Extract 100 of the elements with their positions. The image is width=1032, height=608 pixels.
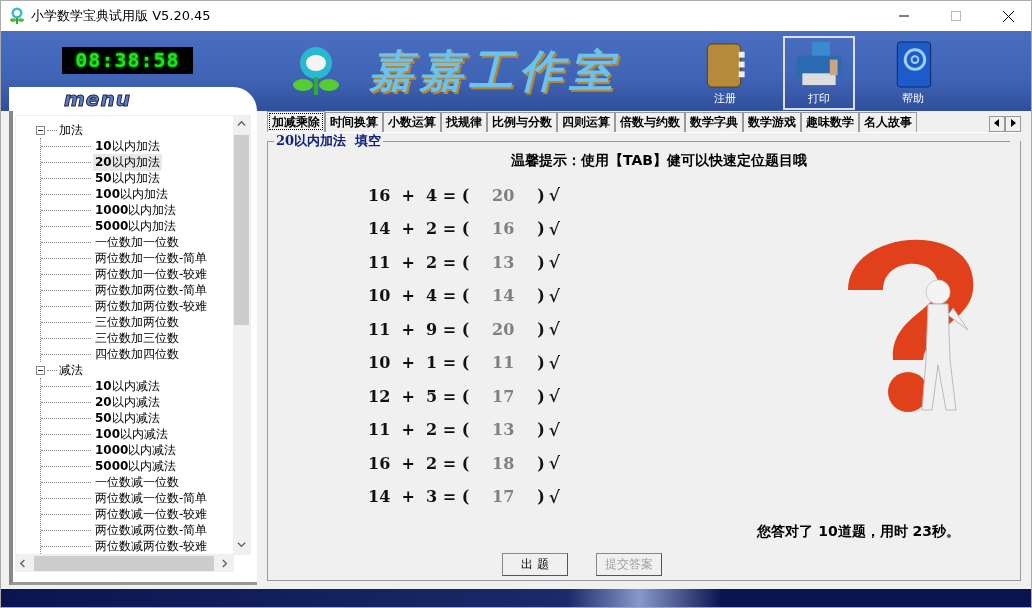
closing-bracket: ) [537,219,545,239]
answer-text: 13 [491,420,516,440]
result-summary: 您答对了 10道题，用时 23秒。 [757,523,960,541]
correct-mark: √ [548,386,560,407]
tab[interactable]: 时间换算 [325,112,383,132]
tree-item[interactable]: 两位数减一位数-简单 [93,489,210,507]
closing-bracket: ) [537,252,545,272]
answer-text: 20 [491,185,516,205]
scroll-down-icon[interactable] [237,541,246,550]
scroll-left-icon[interactable] [19,559,28,568]
tree-group-item[interactable]: 减法 [59,361,83,379]
answer-text: 14 [491,286,516,306]
tree-item[interactable]: 5000以内加法 [93,217,179,235]
left-triangle-icon [994,119,1000,127]
answer-text: 20 [491,319,516,339]
toolbar-button[interactable]: 帮助 [877,36,949,110]
correct-mark: √ [548,453,560,474]
tab[interactable]: 找规律 [441,112,487,132]
tree-item[interactable]: 100以内加法 [93,185,171,203]
tab[interactable]: 加减乘除 [267,111,325,132]
answer-text: 17 [491,386,516,406]
correct-mark: √ [548,419,560,440]
correct-mark: √ [548,319,560,340]
close-icon [1002,10,1014,22]
tree-item[interactable]: 三位数加两位数 [93,313,181,331]
tree-item[interactable]: 两位数减一位数-较难 [93,505,210,523]
correct-mark: √ [548,218,560,239]
question-text: 11 + 9 = ( [368,319,470,339]
closing-bracket: ) [537,286,545,306]
correct-mark: √ [548,185,560,206]
closing-bracket: ) [537,487,545,507]
tree-group-item[interactable]: 加法 [59,121,83,139]
closing-bracket: ) [537,386,545,406]
tree-item[interactable]: 两位数加两位数-简单 [93,281,210,299]
tree-item[interactable]: 1000以内减法 [93,441,179,459]
toolbar-button[interactable]: 打印 [783,36,855,110]
closing-bracket: ) [537,319,545,339]
horizontal-scrollbar[interactable] [15,555,234,572]
question-text: 14 + 2 = ( [368,219,470,239]
tree-item[interactable]: 两位数减两位数-简单 [93,521,210,539]
flower-logo-icon [291,45,341,97]
tree-item[interactable]: 三位数加三位数 [93,329,181,347]
answer-text: 17 [491,487,516,507]
tab[interactable]: 名人故事 [859,112,917,132]
scroll-right-icon[interactable] [221,559,230,568]
answer-text: 18 [491,453,516,473]
question-text: 16 + 2 = ( [368,453,470,473]
closing-bracket: ) [537,420,545,440]
tab[interactable]: 趣味数学 [801,112,859,132]
tree-item[interactable]: 100以内减法 [93,425,171,443]
scroll-right-button[interactable] [1005,116,1021,132]
question-text: 10 + 1 = ( [368,353,470,373]
closing-bracket: ) [537,353,545,373]
correct-mark: √ [548,352,560,373]
tree-item[interactable]: 5000以内减法 [93,457,179,475]
tree-item[interactable]: 20以内加法 [93,153,162,171]
menu-title: menu [64,87,131,111]
scroll-up-icon[interactable] [237,120,246,129]
correct-mark: √ [548,285,560,306]
question-text: 10 + 4 = ( [368,286,470,306]
digital-clock: 08:38:58 [62,46,193,74]
answer-text: 13 [491,252,516,272]
hint-text: 温馨提示：使用【TAB】健可以快速定位题目哦 [511,152,807,170]
tree-item[interactable]: 10以内加法 [93,137,162,155]
toolbar-button[interactable]: 注册 [689,36,761,110]
maximize-icon [951,11,961,21]
tab[interactable]: 数学游戏 [743,112,801,132]
tree-item[interactable]: 10以内减法 [93,377,162,395]
tree-item[interactable]: 两位数加一位数-较难 [93,265,210,283]
correct-mark: √ [548,486,560,507]
tree-item[interactable]: 50以内加法 [93,169,162,187]
tab[interactable]: 倍数与约数 [615,112,685,132]
tab[interactable]: 数学字典 [685,112,743,132]
question-text: 12 + 5 = ( [368,386,470,406]
tree-item[interactable]: 一位数加一位数 [93,233,181,251]
question-text: 16 + 4 = ( [368,185,470,205]
scroll-left-button[interactable] [989,116,1005,132]
tab[interactable]: 小数运算 [383,112,441,132]
tab[interactable]: 四则运算 [557,112,615,132]
question-text: 11 + 2 = ( [368,420,470,440]
collapse-icon[interactable] [36,125,45,135]
tree-item[interactable]: 50以内减法 [93,409,162,427]
vertical-scrollbar[interactable] [233,116,250,554]
tree-item[interactable]: 两位数加一位数-简单 [93,249,210,267]
tree-item[interactable]: 20以内减法 [93,393,162,411]
tree-item[interactable]: 一位数减一位数 [93,473,181,491]
tree-item[interactable]: 两位数加两位数-较难 [93,297,210,315]
tree-item[interactable]: 四位数加四位数 [93,345,181,363]
action-button[interactable]: 出 题 [502,553,568,576]
tab[interactable]: 比例与分数 [487,112,557,132]
question-text: 11 + 2 = ( [368,252,470,272]
flower-app-icon [9,7,25,25]
answer-text: 11 [491,353,516,373]
correct-mark: √ [548,252,560,273]
right-triangle-icon [1010,119,1016,127]
closing-bracket: ) [537,453,545,473]
tree-item[interactable]: 两位数减两位数-较难 [93,537,210,554]
tree-item[interactable]: 1000以内加法 [93,201,179,219]
collapse-icon[interactable] [36,365,45,375]
answer-text: 16 [491,219,516,239]
